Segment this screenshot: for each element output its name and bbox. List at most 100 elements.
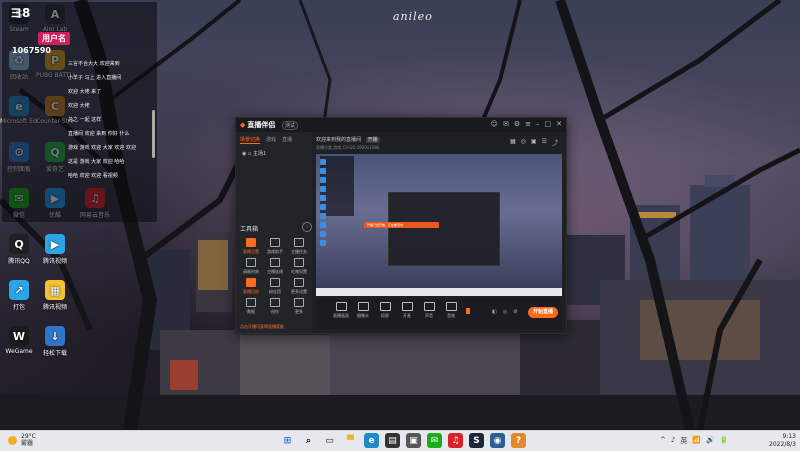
settings-icon[interactable]: ⚙ <box>514 120 520 128</box>
desktop-icon-label: 腾讯视频 <box>42 258 67 265</box>
stream-controls: ◧ ◎ ⚙ 开始直播 直播画面 摄像头 投屏 开麦 声音 音效 <box>316 299 562 329</box>
stream-title[interactable]: 欢迎来到我的直播间 <box>316 137 361 143</box>
wallpaper-signature: anileo <box>393 10 433 23</box>
lock-icon[interactable]: ▫ <box>248 151 251 157</box>
record-icon[interactable]: ◎ <box>521 138 526 147</box>
chat-scrollbar[interactable] <box>152 110 155 158</box>
preview-icon <box>320 204 326 210</box>
tool-more-settings[interactable]: 更多设置 <box>288 278 310 295</box>
desktop-icon-qq[interactable]: Q 腾讯QQ <box>0 234 38 265</box>
downloader-icon: ↓ <box>45 326 65 346</box>
taskbar-task-view-icon[interactable]: ▭ <box>322 433 337 448</box>
sidebar-footer-link[interactable]: 点击开播可获得直播奖励 <box>240 324 284 330</box>
chat-message: 这是 游戏 大家 欢迎 哈哈 <box>68 159 125 165</box>
volume-icon[interactable]: 🔊 <box>706 436 715 446</box>
maximize-icon[interactable]: □ <box>545 120 552 128</box>
taskbar-edge-icon[interactable]: e <box>364 433 379 448</box>
preview-icon <box>320 168 326 174</box>
wifi-icon[interactable]: 📶 <box>692 436 701 446</box>
close-icon[interactable]: ✕ <box>556 120 562 128</box>
desktop-icon-wegame[interactable]: W WeGame <box>0 326 38 355</box>
more-settings-icon <box>294 278 304 287</box>
desktop-icon-pack[interactable]: ↗ 打包 <box>0 280 38 311</box>
control-mic[interactable]: 开麦 <box>396 302 418 319</box>
data-icon <box>246 298 256 307</box>
scene-item[interactable]: ◉ ▫ 主场1 <box>242 150 266 157</box>
desktop-icon-label: 打包 <box>12 304 25 311</box>
tool-data[interactable]: 数据 <box>240 298 262 315</box>
taskbar-netease-music-icon[interactable]: ♫ <box>448 433 463 448</box>
desktop-icon-downloader[interactable]: ↓ 轻松下载 <box>36 326 74 357</box>
highlights-icon <box>246 258 256 267</box>
gift-icon[interactable]: ◧ <box>492 309 497 315</box>
message-icon[interactable]: ✉ <box>503 120 509 128</box>
tool-fans[interactable]: 粉丝团 <box>264 278 286 295</box>
control-screen[interactable]: 直播画面 <box>330 302 352 319</box>
weather-desc: 雾霾 <box>21 440 34 447</box>
start-live-button[interactable]: 开始直播 <box>528 307 558 318</box>
wegame-icon: W <box>9 326 29 346</box>
eye-icon[interactable]: ◉ <box>242 151 246 157</box>
tool-game-helper[interactable]: 游戏助手 <box>264 238 286 255</box>
tool-tasks[interactable]: 主播任务 <box>288 238 310 255</box>
control-camera[interactable]: 摄像头 <box>352 302 374 319</box>
beauty-icon[interactable]: ◎ <box>503 309 507 315</box>
taskbar-store-icon[interactable]: ▤ <box>385 433 400 448</box>
stream-preview[interactable]: 开播已经开始，正在推流中 <box>316 154 562 296</box>
desktop-icon-label: 腾讯QQ <box>8 258 30 265</box>
chat-icon[interactable]: ☰ <box>542 138 547 147</box>
avatar-icon[interactable]: ☺ <box>491 120 498 128</box>
chat-message: 欢迎 大佬 来了 <box>68 89 102 95</box>
tool-replay[interactable]: 直播回放 <box>240 278 262 295</box>
taskbar-start-icon[interactable]: ⊞ <box>280 433 295 448</box>
camera-icon[interactable]: ▣ <box>531 138 537 147</box>
live-chat-overlay[interactable]: ヨ8 用户名 1067590 三言不合大大 欢迎来到 小羊子 马上 进入直播间 欢迎… <box>2 2 157 222</box>
streaming-app-window[interactable]: ◆ 直播伴侣 测试 ☺ ✉ ⚙ ≡ – □ ✕ 场景切换 游戏 直播 ◉ ▫ 主场1 … <box>235 117 567 334</box>
share-icon[interactable]: ⤴ <box>552 138 558 147</box>
stream-title-row: 欢迎来到我的直播间 开播 <box>316 136 380 143</box>
sidebar-tab[interactable]: 游戏 <box>266 136 276 144</box>
show-hidden-icon[interactable]: ^ <box>660 436 666 446</box>
taskbar-wechat-icon[interactable]: ✉ <box>427 433 442 448</box>
control-cast[interactable]: 投屏 <box>374 302 396 319</box>
version-badge[interactable]: 测试 <box>282 121 299 130</box>
taskbar-search-icon[interactable]: ⌕ <box>301 433 316 448</box>
tool-create[interactable]: 创作 <box>264 298 286 315</box>
tool-connect[interactable]: 主播连线 <box>264 258 286 275</box>
taskbar-steam-icon[interactable]: S <box>469 433 484 448</box>
weather-widget[interactable]: 29°C 雾霾 <box>8 433 36 447</box>
tool-more[interactable]: 更多 <box>288 298 310 315</box>
tool-live-settings[interactable]: 直播设置 <box>240 238 262 255</box>
cast-icon <box>379 302 391 311</box>
ime-icon[interactable]: 英 <box>680 436 687 446</box>
minimize-icon[interactable]: – <box>536 120 540 128</box>
tool-highlights[interactable]: 高能时刻 <box>240 258 262 275</box>
taskbar-app-window-icon[interactable]: ▣ <box>406 433 421 448</box>
taskbar-file-explorer-icon[interactable]: ▀ <box>343 433 358 448</box>
sidebar-tab[interactable]: 直播 <box>282 136 292 144</box>
toolbox-toggle-icon[interactable]: › <box>302 222 312 232</box>
effects-icon <box>445 302 457 311</box>
settings-gear-icon[interactable]: ⚙ <box>513 309 517 315</box>
clock-date: 2022/8/3 <box>769 441 796 448</box>
control-sound[interactable]: 声音 <box>418 302 440 319</box>
taskbar-browser-icon[interactable]: ◉ <box>490 433 505 448</box>
audio-icon[interactable]: ♪ <box>671 436 675 446</box>
taskbar-help-icon[interactable]: ? <box>511 433 526 448</box>
app-titlebar[interactable]: ◆ 直播伴侣 测试 ☺ ✉ ⚙ ≡ – □ ✕ <box>236 118 566 132</box>
sidebar-tab[interactable]: 场景切换 <box>240 136 261 144</box>
desktop-icon-tencent-video[interactable]: ▶ 腾讯视频 <box>36 234 74 265</box>
chat-message: 总之 一起 这样 <box>68 117 102 123</box>
tool-gift-settings[interactable]: 礼物设置 <box>288 258 310 275</box>
preview-icon <box>320 222 326 228</box>
tool-label: 主播连线 <box>267 269 283 274</box>
battery-icon[interactable]: 🔋 <box>720 436 729 446</box>
control-effects[interactable]: 音效 <box>440 302 462 319</box>
layout-icon[interactable]: ▦ <box>510 138 516 147</box>
desktop-icon-tencent-video-2[interactable]: ▦ 腾讯视频 <box>36 280 74 311</box>
stream-tag[interactable]: 开播 <box>365 137 380 143</box>
tool-label: 创作 <box>271 309 279 314</box>
menu-icon[interactable]: ≡ <box>525 120 531 128</box>
control-small-icons: ◧ ◎ ⚙ <box>492 309 518 315</box>
clock[interactable]: 9:13 2022/8/3 <box>756 433 796 449</box>
